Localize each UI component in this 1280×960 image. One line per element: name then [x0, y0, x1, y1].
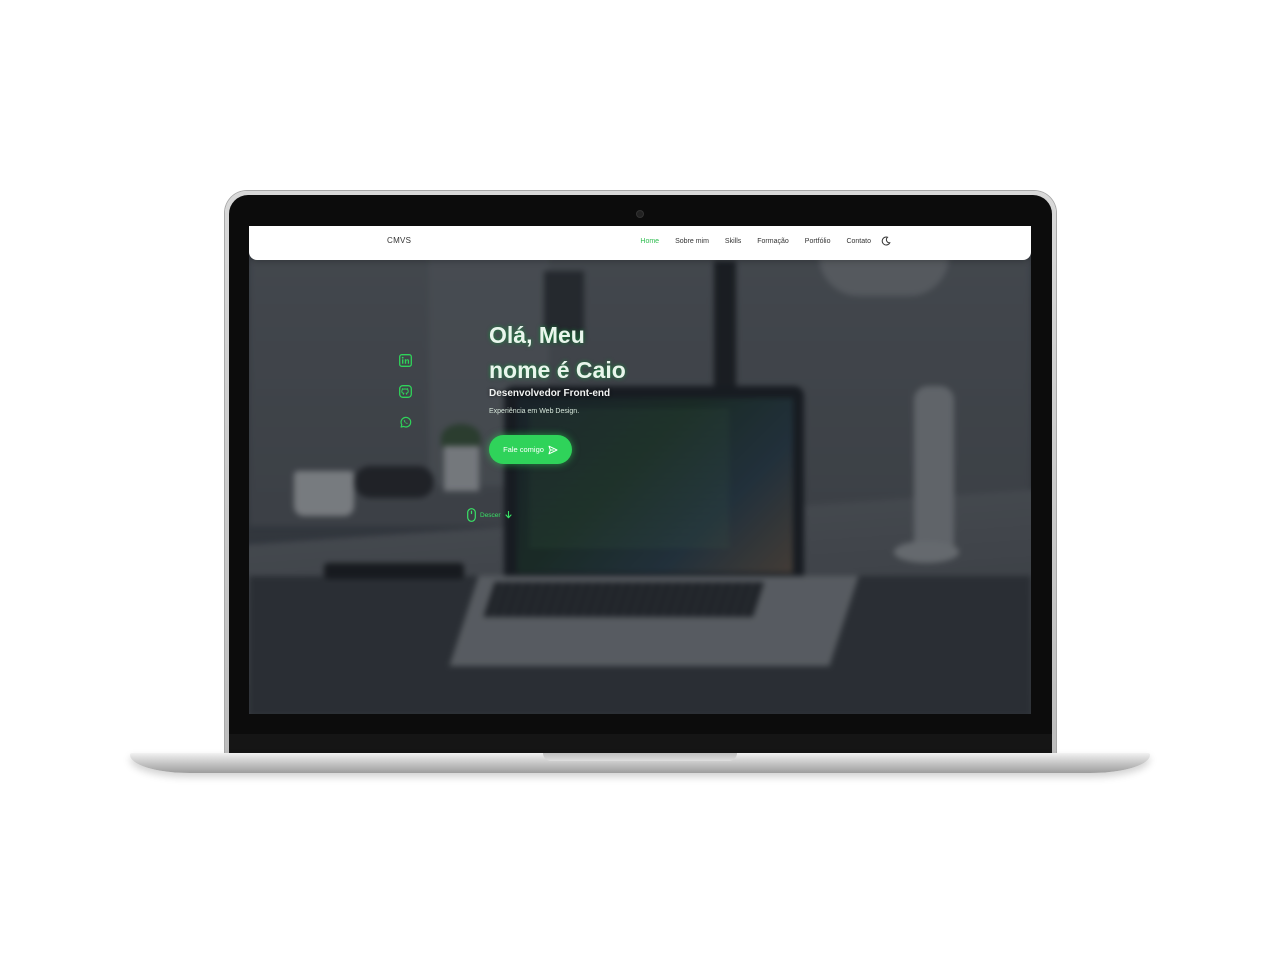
laptop-chin — [229, 734, 1052, 754]
hero-title-line-2: nome é Caio — [489, 357, 626, 383]
site-header: CMVS Home Sobre mim Skills Formação Port… — [249, 226, 1031, 260]
linkedin-icon[interactable] — [399, 352, 412, 367]
hero-title-line-1: Olá, Meu — [489, 322, 585, 348]
hero-subtitle: Desenvolvedor Front-end — [489, 388, 611, 399]
mouse-icon — [467, 508, 476, 522]
nav-item-contato[interactable]: Contato — [846, 238, 871, 245]
hero-description: Experiência em Web Design. — [489, 408, 580, 415]
social-links — [399, 352, 412, 428]
camera-icon — [637, 211, 643, 217]
contact-button-label: Fale comigo — [503, 445, 544, 454]
hero-title: Olá, Meu nome é Caio — [489, 318, 626, 388]
whatsapp-icon[interactable] — [399, 414, 412, 428]
nav-item-portfolio[interactable]: Portfólio — [805, 238, 831, 245]
contact-button[interactable]: Fale comigo — [489, 435, 572, 464]
mockup-stage: CMVS Home Sobre mim Skills Formação Port… — [0, 0, 1280, 960]
main-nav: Home Sobre mim Skills Formação Portfólio… — [640, 236, 891, 246]
background-overlay — [249, 226, 1031, 714]
laptop-hinge-notch — [543, 753, 737, 761]
nav-item-formacao[interactable]: Formação — [757, 238, 789, 245]
nav-item-home[interactable]: Home — [640, 238, 659, 245]
github-icon[interactable] — [399, 383, 412, 398]
send-icon — [548, 445, 558, 455]
site-logo[interactable]: CMVS — [387, 236, 411, 245]
laptop-screen: CMVS Home Sobre mim Skills Formação Port… — [249, 226, 1031, 714]
scroll-down-label: Descer — [480, 511, 501, 519]
arrow-down-icon — [505, 510, 512, 519]
moon-icon[interactable] — [881, 236, 891, 246]
nav-item-sobre-mim[interactable]: Sobre mim — [675, 238, 709, 245]
nav-item-skills[interactable]: Skills — [725, 238, 741, 245]
scroll-down-link[interactable]: Descer — [467, 508, 512, 522]
